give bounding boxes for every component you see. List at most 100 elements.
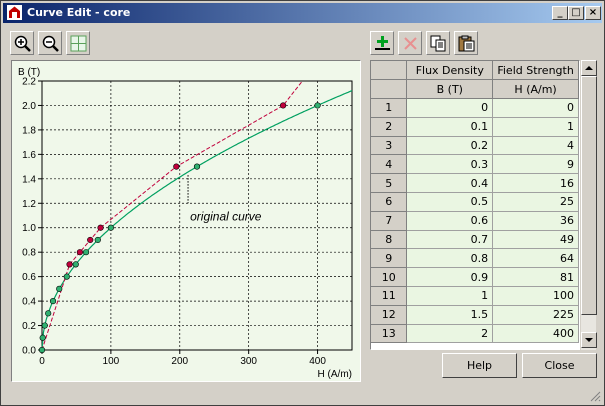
field-strength-cell[interactable]: 1	[492, 117, 579, 137]
field-strength-cell[interactable]: 4	[492, 136, 579, 156]
y-tick-label: 0.8	[22, 248, 36, 259]
flux-density-cell[interactable]: 0	[406, 98, 494, 118]
flux-density-cell[interactable]: 0.9	[406, 267, 494, 288]
table-row[interactable]: 3 0.2 4	[371, 136, 579, 156]
flux-density-cell[interactable]: 1	[406, 286, 494, 306]
scroll-down-button[interactable]	[581, 332, 597, 348]
maximize-button[interactable]: □	[568, 6, 584, 20]
window-title: Curve Edit - core	[27, 6, 131, 19]
zoom-out-icon	[42, 35, 59, 52]
minimize-button[interactable]: _	[552, 6, 568, 20]
row-number[interactable]: 7	[371, 211, 408, 231]
field-strength-cell[interactable]: 16	[492, 173, 579, 194]
table-row[interactable]: 100	[371, 98, 579, 118]
title-bar[interactable]: Curve Edit - core _ □ ×	[3, 3, 602, 23]
field-strength-cell[interactable]: 81	[492, 267, 579, 288]
table-row[interactable]: 12 1.5 225	[371, 305, 579, 325]
y-tick-label: 1.0	[22, 223, 36, 234]
data-point	[72, 261, 79, 268]
copy-button[interactable]	[426, 31, 450, 55]
paste-icon	[458, 35, 475, 52]
curve-data-table: Flux Density Field Strength B (T) H (A/m…	[371, 61, 579, 344]
table-row[interactable]: 4 0.3 9	[371, 154, 579, 175]
bh-curve-chart[interactable]: 0 100 200 300 400 0.0 0.2 0.4 0.6 0.8 1.0 1.2 1.4 1.6…	[12, 61, 360, 381]
row-number[interactable]: 5	[371, 173, 408, 194]
flux-density-cell[interactable]: 0.6	[406, 211, 494, 231]
copy-icon	[430, 35, 446, 52]
original-curve-point	[76, 249, 83, 256]
flux-density-cell[interactable]: 0.8	[406, 248, 494, 269]
table-row[interactable]: 8 0.7 49	[371, 230, 579, 250]
flux-density-cell[interactable]: 0.5	[406, 192, 494, 212]
table-row[interactable]: 9 0.8 64	[371, 248, 579, 269]
scroll-thumb[interactable]	[581, 76, 597, 315]
table-row[interactable]: 10 0.9 81	[371, 267, 579, 288]
field-strength-cell[interactable]: 100	[492, 286, 579, 306]
x-axis-label: H (A/m)	[318, 369, 352, 380]
y-tick-label: 0.2	[22, 321, 36, 332]
table-row[interactable]: 13 2 400	[371, 324, 579, 344]
table-row[interactable]: 2 0.1 1	[371, 117, 579, 137]
flux-density-cell[interactable]: 1.5	[406, 305, 494, 325]
field-strength-cell[interactable]: 36	[492, 211, 579, 231]
y-tick-label: 1.4	[22, 174, 36, 185]
scroll-up-button[interactable]	[581, 60, 597, 76]
delete-point-button[interactable]	[398, 31, 422, 55]
unit-header-field-strength: H (A/m)	[492, 79, 579, 100]
original-curve-point	[280, 102, 287, 109]
table-row[interactable]: 6 0.5 25	[371, 192, 579, 212]
row-number[interactable]: 1	[371, 98, 408, 118]
row-number[interactable]: 6	[371, 192, 408, 212]
y-tick-label: 1.6	[22, 150, 36, 161]
zoom-in-button[interactable]	[10, 31, 34, 55]
row-number[interactable]: 10	[371, 267, 408, 288]
field-strength-cell[interactable]: 0	[492, 98, 579, 118]
close-button[interactable]: Close	[522, 353, 597, 378]
flux-density-cell[interactable]: 0.3	[406, 154, 494, 175]
row-number[interactable]: 13	[371, 324, 408, 344]
table-row[interactable]: 7 0.6 36	[371, 211, 579, 231]
curve-data-grid[interactable]: Flux Density Field Strength B (T) H (A/m…	[370, 60, 580, 350]
row-number[interactable]: 12	[371, 305, 408, 325]
field-strength-cell[interactable]: 64	[492, 248, 579, 269]
original-curve-point	[87, 236, 94, 244]
unit-header-flux-density: B (T)	[406, 79, 494, 100]
row-number[interactable]: 4	[371, 154, 408, 175]
data-point	[45, 310, 52, 317]
row-number[interactable]: 2	[371, 117, 408, 137]
original-curve-point	[66, 261, 73, 268]
grid-scrollbar[interactable]	[580, 60, 597, 350]
y-tick-label: 0.6	[22, 272, 36, 283]
field-strength-cell[interactable]: 225	[492, 305, 579, 325]
y-tick-label: 2.2	[22, 77, 36, 88]
row-number[interactable]: 3	[371, 136, 408, 156]
table-row[interactable]: 5 0.4 16	[371, 173, 579, 194]
resize-grip-icon[interactable]	[589, 390, 601, 402]
row-number[interactable]: 8	[371, 230, 408, 250]
row-number[interactable]: 11	[371, 286, 408, 306]
row-number[interactable]: 9	[371, 248, 408, 269]
flux-density-cell[interactable]: 2	[406, 324, 494, 344]
annotation-label: original curve	[190, 209, 262, 223]
flux-density-cell[interactable]: 0.4	[406, 173, 494, 194]
zoom-out-button[interactable]	[38, 31, 62, 55]
column-header-flux-density[interactable]: Flux Density	[406, 61, 494, 81]
original-curve-point	[173, 163, 180, 170]
column-header-field-strength[interactable]: Field Strength	[492, 61, 579, 81]
grid-corner-cell	[371, 79, 408, 100]
zoom-fit-button[interactable]	[66, 31, 90, 55]
close-window-button[interactable]: ×	[585, 6, 601, 20]
table-row[interactable]: 11 1 100	[371, 286, 579, 306]
flux-density-cell[interactable]: 0.1	[406, 117, 494, 137]
x-tick-label: 400	[309, 356, 326, 367]
help-button[interactable]: Help	[442, 353, 517, 378]
paste-button[interactable]	[454, 31, 478, 55]
field-strength-cell[interactable]: 9	[492, 154, 579, 175]
field-strength-cell[interactable]: 25	[492, 192, 579, 212]
field-strength-cell[interactable]: 49	[492, 230, 579, 250]
curve-plot-panel[interactable]: 0 100 200 300 400 0.0 0.2 0.4 0.6 0.8 1.0 1.2 1.4 1.6…	[11, 60, 361, 382]
add-point-button[interactable]	[370, 31, 394, 55]
field-strength-cell[interactable]: 400	[492, 324, 579, 344]
flux-density-cell[interactable]: 0.2	[406, 136, 494, 156]
flux-density-cell[interactable]: 0.7	[406, 230, 494, 250]
